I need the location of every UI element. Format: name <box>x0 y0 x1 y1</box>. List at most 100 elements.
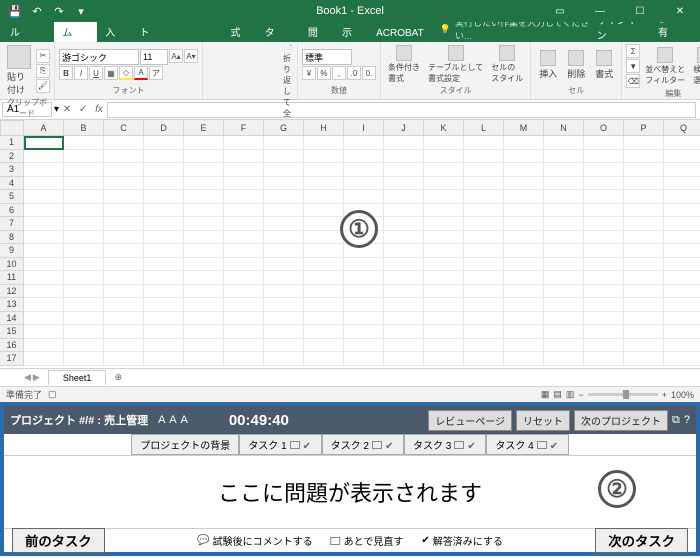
cell[interactable] <box>304 285 344 299</box>
cell[interactable] <box>224 298 264 312</box>
cell[interactable] <box>184 217 224 231</box>
row-header[interactable]: 15 <box>0 325 24 339</box>
cell[interactable] <box>264 325 304 339</box>
cell[interactable] <box>304 312 344 326</box>
cell[interactable] <box>384 190 424 204</box>
cell[interactable] <box>24 231 64 245</box>
cell[interactable] <box>344 244 384 258</box>
conditional-format-button[interactable]: 条件付き 書式 <box>385 44 423 85</box>
copy-icon[interactable]: ⎘ <box>36 64 50 78</box>
row-header[interactable]: 6 <box>0 204 24 218</box>
cell[interactable] <box>664 150 700 164</box>
cell[interactable] <box>104 217 144 231</box>
cell[interactable] <box>144 177 184 191</box>
cell[interactable] <box>584 190 624 204</box>
cell[interactable] <box>664 136 700 150</box>
cell[interactable] <box>24 244 64 258</box>
cell[interactable] <box>664 163 700 177</box>
cell[interactable] <box>344 312 384 326</box>
row-header[interactable]: 9 <box>0 244 24 258</box>
cell[interactable] <box>424 325 464 339</box>
cell[interactable] <box>304 190 344 204</box>
cell[interactable] <box>64 325 104 339</box>
cell[interactable] <box>544 150 584 164</box>
cell[interactable] <box>584 163 624 177</box>
cell[interactable] <box>344 285 384 299</box>
row-header[interactable]: 14 <box>0 312 24 326</box>
cell[interactable] <box>504 298 544 312</box>
cell[interactable] <box>584 352 624 366</box>
tab-task-2[interactable]: タスク 2✔ <box>322 434 404 455</box>
column-header[interactable]: L <box>464 120 504 136</box>
review-page-button[interactable]: レビューページ <box>428 410 512 431</box>
cell[interactable] <box>224 217 264 231</box>
cell[interactable] <box>624 339 664 353</box>
cell[interactable] <box>464 244 504 258</box>
cell[interactable] <box>464 150 504 164</box>
cell[interactable] <box>544 217 584 231</box>
cell[interactable] <box>304 271 344 285</box>
cell[interactable] <box>64 150 104 164</box>
cell[interactable] <box>544 271 584 285</box>
cell[interactable] <box>184 231 224 245</box>
autosum-icon[interactable]: Σ <box>626 44 640 58</box>
view-pagelayout-icon[interactable]: ▤ <box>553 389 562 400</box>
cell[interactable] <box>184 177 224 191</box>
cell[interactable] <box>424 231 464 245</box>
prev-task-button[interactable]: 前のタスク <box>12 528 105 553</box>
row-header[interactable]: 4 <box>0 177 24 191</box>
cell[interactable] <box>624 163 664 177</box>
cell[interactable] <box>384 271 424 285</box>
cell[interactable] <box>384 258 424 272</box>
cell[interactable] <box>464 339 504 353</box>
cell[interactable] <box>104 204 144 218</box>
close-icon[interactable]: ✕ <box>660 0 700 22</box>
cell[interactable] <box>304 339 344 353</box>
cell[interactable] <box>144 258 184 272</box>
cell[interactable] <box>224 271 264 285</box>
cell[interactable] <box>24 163 64 177</box>
cell[interactable] <box>504 136 544 150</box>
cell[interactable] <box>264 271 304 285</box>
cell[interactable] <box>64 312 104 326</box>
cell[interactable] <box>504 163 544 177</box>
cell[interactable] <box>104 190 144 204</box>
cell[interactable] <box>504 217 544 231</box>
cell[interactable] <box>464 217 504 231</box>
comment-after-exam[interactable]: 💬 試験後にコメントする <box>197 533 312 548</box>
redo-icon[interactable]: ↷ <box>50 2 68 20</box>
cell[interactable] <box>264 190 304 204</box>
cell[interactable] <box>624 204 664 218</box>
cell[interactable] <box>144 285 184 299</box>
cell[interactable] <box>184 285 224 299</box>
cell[interactable] <box>584 150 624 164</box>
cell[interactable] <box>464 271 504 285</box>
next-task-button[interactable]: 次のタスク <box>595 528 688 553</box>
cell[interactable] <box>584 204 624 218</box>
cell[interactable] <box>624 271 664 285</box>
cell[interactable] <box>424 285 464 299</box>
maximize-icon[interactable]: ☐ <box>620 0 660 22</box>
cell[interactable] <box>624 325 664 339</box>
cell[interactable] <box>64 244 104 258</box>
formula-bar[interactable] <box>107 102 696 118</box>
cancel-icon[interactable]: ✕ <box>59 104 75 115</box>
cell[interactable] <box>184 352 224 366</box>
column-header[interactable]: E <box>184 120 224 136</box>
cell[interactable] <box>104 271 144 285</box>
cell[interactable] <box>224 231 264 245</box>
cell[interactable] <box>344 136 384 150</box>
cell[interactable] <box>424 136 464 150</box>
cell[interactable] <box>664 325 700 339</box>
cell[interactable] <box>504 312 544 326</box>
column-header[interactable]: D <box>144 120 184 136</box>
format-cells-button[interactable]: 書式 <box>591 49 617 81</box>
cell[interactable] <box>104 150 144 164</box>
inc-decimal-icon[interactable]: .0 <box>347 66 361 80</box>
cell[interactable] <box>144 163 184 177</box>
cell[interactable] <box>184 163 224 177</box>
cell[interactable] <box>424 339 464 353</box>
help-icon[interactable]: ? <box>684 414 690 426</box>
cell[interactable] <box>24 298 64 312</box>
column-header[interactable]: P <box>624 120 664 136</box>
